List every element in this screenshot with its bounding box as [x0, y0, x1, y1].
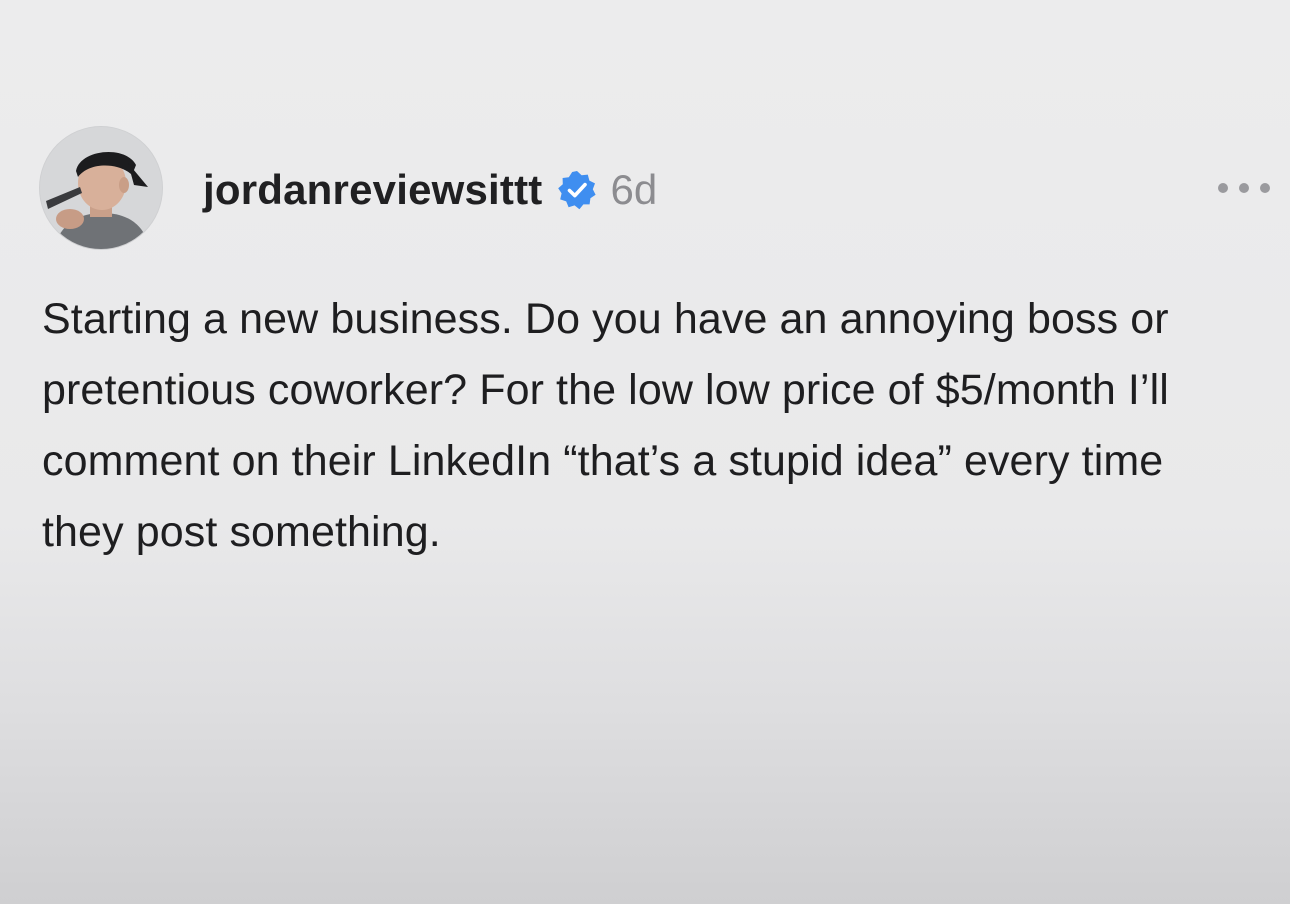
avatar[interactable] — [40, 127, 162, 249]
post-header: jordanreviewsittt 6d — [40, 127, 1270, 249]
username[interactable]: jordanreviewsittt — [203, 162, 542, 218]
post-timestamp: 6d — [610, 166, 658, 213]
post-meta: jordanreviewsittt 6d — [203, 162, 657, 218]
profile-photo — [40, 127, 162, 249]
more-dot — [1260, 183, 1270, 193]
verified-badge-icon — [556, 169, 598, 211]
more-options-icon[interactable] — [1218, 174, 1270, 202]
post-text: Starting a new business. Do you have an … — [42, 295, 1169, 556]
more-dot — [1239, 183, 1249, 193]
more-dot — [1218, 183, 1228, 193]
thread-post: jordanreviewsittt 6d Starting a new busi… — [0, 0, 1290, 904]
